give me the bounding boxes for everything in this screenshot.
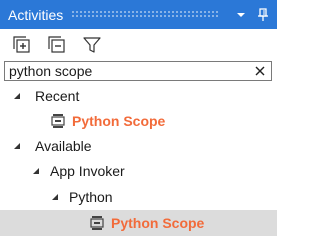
tree-node-label: App Invoker [50,163,125,179]
tree-node-label: Python [69,189,113,205]
collapse-toggle-icon[interactable] [50,192,60,202]
tree-item-python-scope-recent[interactable]: Python Scope [0,108,277,134]
search-box [4,61,272,81]
expand-all-icon[interactable] [10,33,34,57]
activity-label: Python Scope [111,215,205,231]
panel-title-bar: Activities [0,0,277,29]
close-icon[interactable] [251,62,269,80]
activities-toolbar [0,29,277,61]
collapse-toggle-icon[interactable] [12,91,22,101]
tree-node-label: Recent [35,88,80,104]
search-input[interactable] [5,62,251,80]
tree-node-recent[interactable]: Recent [0,83,277,109]
scope-activity-icon [89,215,105,231]
tree-node-python[interactable]: Python [0,184,277,210]
dropdown-arrow-icon[interactable] [233,7,249,23]
panel-title: Activities [8,6,64,23]
activity-label: Python Scope [72,113,166,129]
title-bar-grip[interactable] [71,10,219,19]
pin-icon[interactable] [255,7,271,23]
tree-node-app-invoker[interactable]: App Invoker [0,158,277,184]
tree-node-label: Available [35,138,92,154]
collapse-toggle-icon[interactable] [12,141,22,151]
scope-activity-icon [50,113,66,129]
tree-node-available[interactable]: Available [0,133,277,159]
collapse-all-icon[interactable] [45,33,69,57]
tree-item-python-scope-selected[interactable]: Python Scope [0,210,277,236]
collapse-toggle-icon[interactable] [31,166,41,176]
filter-icon[interactable] [80,33,104,57]
